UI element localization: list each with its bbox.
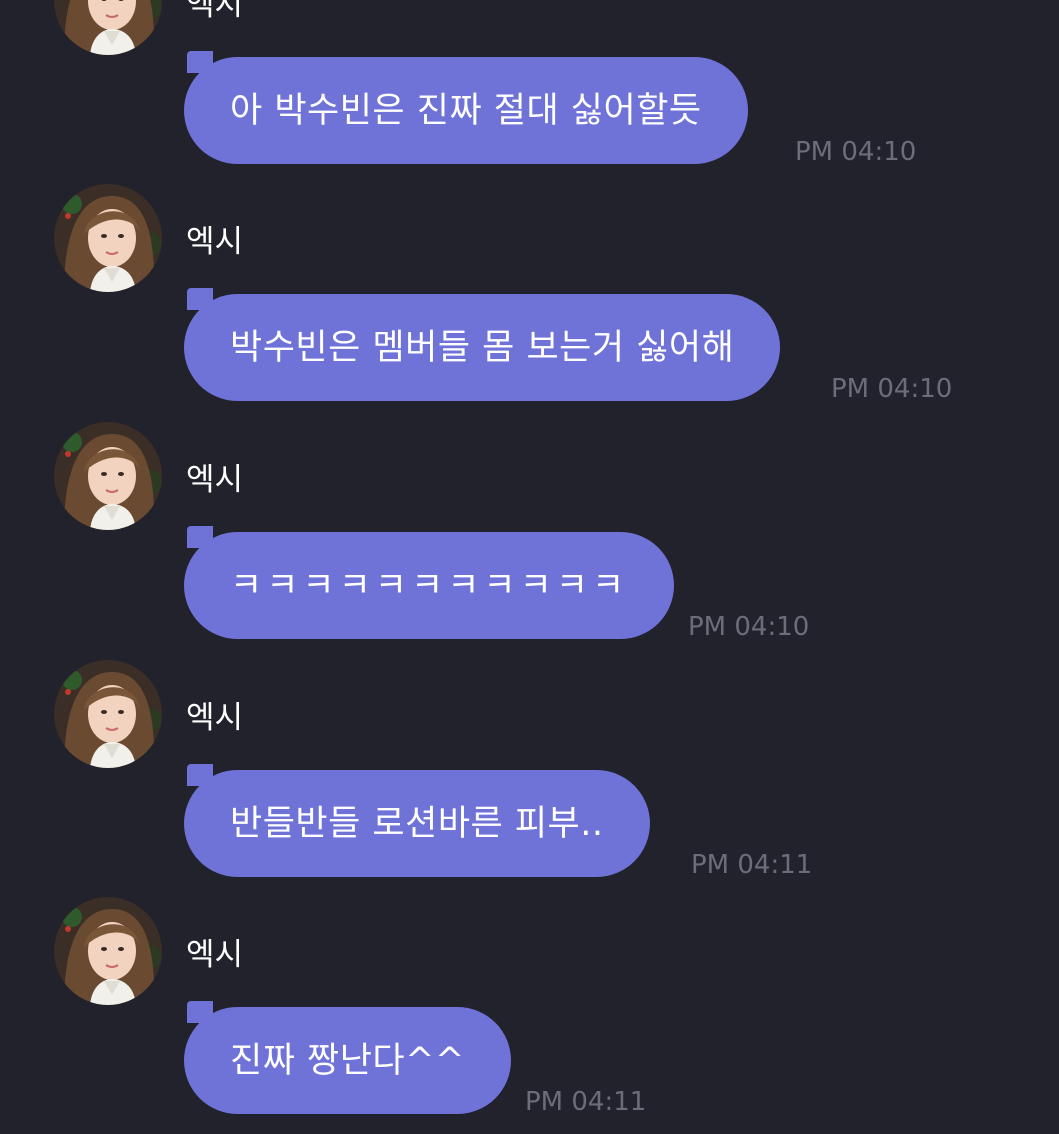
message-text: 진짜 짱난다^^ <box>230 1040 465 1081</box>
message-timestamp: PM 04:10 <box>688 612 810 642</box>
message-bubble[interactable]: 박수빈은 멤버들 몸 보는거 싫어해 <box>184 288 781 401</box>
message-timestamp: PM 04:11 <box>691 850 813 880</box>
avatar[interactable] <box>54 0 162 55</box>
message-bubble[interactable]: 반들반들 로션바른 피부.. <box>184 764 650 877</box>
sender-name: 엑시 <box>186 224 244 260</box>
avatar[interactable] <box>54 897 162 1005</box>
avatar[interactable] <box>54 422 162 530</box>
avatar[interactable] <box>54 184 162 292</box>
message-text: 박수빈은 멤버들 몸 보는거 싫어해 <box>230 327 735 368</box>
message-text: 반들반들 로션바른 피부.. <box>230 803 604 844</box>
sender-name: 엑시 <box>186 462 244 498</box>
message-text: ㅋㅋㅋㅋㅋㅋㅋㅋㅋㅋㅋ <box>230 565 629 606</box>
message-bubble[interactable]: ㅋㅋㅋㅋㅋㅋㅋㅋㅋㅋㅋ <box>184 526 675 639</box>
avatar[interactable] <box>54 660 162 768</box>
message-bubble[interactable]: 아 박수빈은 진짜 절대 싫어할듯 <box>184 51 748 164</box>
message-timestamp: PM 04:11 <box>525 1087 647 1117</box>
chat-message: 엑시 아 박수빈은 진짜 절대 싫어할듯 PM 04:10 <box>0 0 1059 184</box>
sender-name: 엑시 <box>186 937 244 973</box>
chat-message: 엑시 박수빈은 멤버들 몸 보는거 싫어해 PM 04:10 <box>0 184 1059 421</box>
chat-message: 엑시 진짜 짱난다^^ PM 04:11 <box>0 897 1059 1134</box>
message-timestamp: PM 04:10 <box>831 374 953 404</box>
sender-name: 엑시 <box>186 700 244 736</box>
chat-message: 엑시 ㅋㅋㅋㅋㅋㅋㅋㅋㅋㅋㅋ PM 04:10 <box>0 422 1059 659</box>
message-timestamp: PM 04:10 <box>795 137 917 167</box>
chat-message: 엑시 반들반들 로션바른 피부.. PM 04:11 <box>0 660 1059 897</box>
message-text: 아 박수빈은 진짜 절대 싫어할듯 <box>230 90 702 131</box>
message-bubble[interactable]: 진짜 짱난다^^ <box>184 1001 511 1114</box>
sender-name: 엑시 <box>186 0 244 23</box>
